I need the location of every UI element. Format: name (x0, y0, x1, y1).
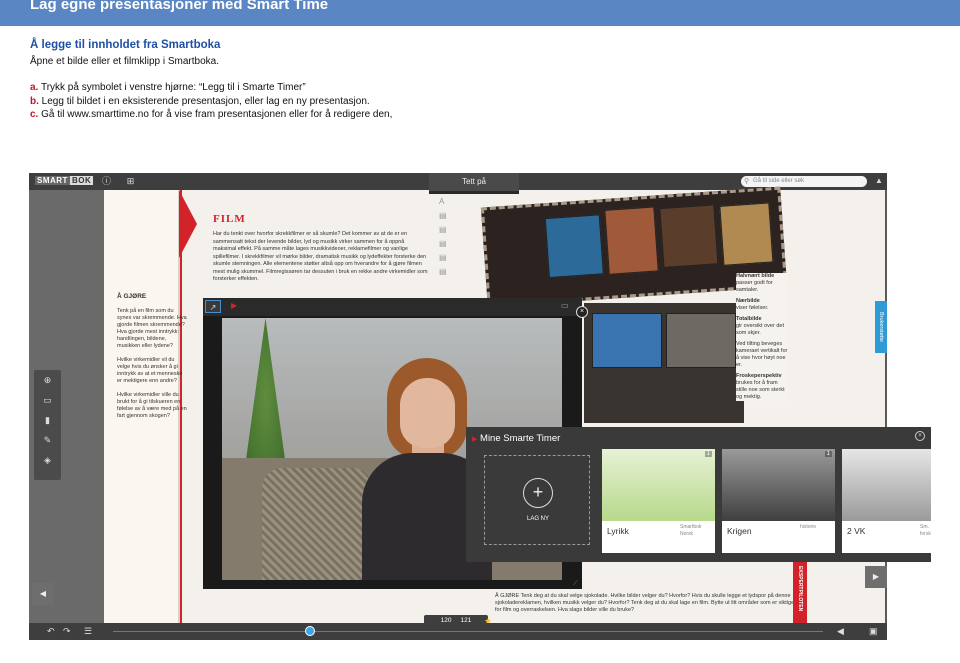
smarte-timer-panel: ▶ Mine Smarte Timer × + LAG NY Lyrikk Sm… (466, 427, 931, 562)
chapter-title: FILM (213, 213, 246, 225)
video-close-icon[interactable]: × (576, 306, 588, 318)
screen-icon[interactable]: ▭ (561, 301, 569, 310)
user-icon[interactable]: ▲ (875, 176, 883, 185)
step-b: b. Legg til bildet i en eksisterende pre… (30, 95, 370, 107)
red-tab-marker (179, 190, 197, 258)
tab-tett-paa[interactable]: Tett på (429, 173, 519, 194)
volume-icon[interactable]: ◀ (837, 626, 844, 637)
page-banner: Lag egne presentasjoner med Smart Time (0, 0, 960, 26)
layers-icon[interactable]: ◈ (34, 450, 61, 470)
filmstrip-image-2[interactable] (584, 303, 744, 423)
task-item: Hvilke virkemidler ville du brukt for å … (117, 392, 187, 419)
prev-page-button[interactable]: ◀ (32, 583, 54, 605)
menu-icon[interactable]: ☰ (84, 626, 92, 637)
banner-title: Lag egne presentasjoner med Smart Time (30, 0, 329, 13)
step-a: a. Trykk på symbolet i venstre hjørne: “… (30, 82, 306, 93)
highlight-icon[interactable]: ✎ (34, 430, 61, 450)
chapter-intro: Har du tenkt over hvorfor skrekkfilmer e… (213, 231, 428, 282)
tool-palette: ⊕ ▭ ▮ ✎ ◈ (34, 370, 61, 480)
video-header: ↗ ▶ ▭ (203, 298, 582, 316)
search-icon: ⚲ (744, 178, 750, 185)
doc-icon[interactable]: ▤ (439, 211, 451, 225)
left-panel: ⊕ ▭ ▮ ✎ ◈ ◀ (29, 190, 104, 623)
plus-icon: + (523, 478, 553, 508)
doc-icon[interactable]: ▤ (439, 239, 451, 253)
smartbok-logo[interactable]: SMART BOK (35, 176, 94, 187)
bottom-toolbar: ↶ ↷ ☰ ◀ ▣ (29, 623, 887, 640)
presentation-card[interactable]: 2 VK Sm. forsk (842, 449, 931, 553)
add-to-smarte-timer-icon[interactable]: ↗ (205, 300, 221, 313)
task-item: Hvilke virkemidler vil du velge hvis du … (117, 357, 183, 384)
fullscreen-icon[interactable]: ▣ (869, 626, 878, 637)
text-size-icon[interactable]: A (439, 197, 451, 211)
task-box-bottom: Å GJØRE Tenk deg at du skal velge sjokol… (495, 593, 795, 613)
doc-icon[interactable]: ▤ (439, 253, 451, 267)
task-item: Tenk på en film som du synes var skremme… (117, 308, 187, 349)
page-slider[interactable] (113, 631, 823, 632)
sitemap-icon[interactable]: ⊞ (125, 176, 136, 187)
instructions-heading: Å legge til innholdet fra Smartboka (30, 39, 221, 51)
doc-icon[interactable]: ▤ (439, 267, 451, 281)
resize-handle-icon[interactable]: ⟋ (573, 580, 578, 588)
film-terms-notes: Halvnært bilde passer godt for samtaler. … (736, 273, 788, 401)
smarte-timer-title: ▶ Mine Smarte Timer (472, 433, 561, 444)
search-input[interactable]: ⚲ Gå til side eller søk (741, 176, 867, 187)
expert-tab[interactable]: EKSPERTPILOTEN (793, 555, 807, 623)
presentation-card[interactable]: Krigen historie 1 (722, 449, 835, 553)
presentation-card[interactable]: Lyrikk Smartbok Norsk 1 (602, 449, 715, 553)
redo-icon[interactable]: ↷ (63, 626, 71, 637)
zoom-icon[interactable]: ⊕ (34, 370, 61, 390)
instructions-intro: Åpne et bilde eller et filmklipp i Smart… (30, 55, 219, 67)
comment-icon[interactable]: ▭ (34, 390, 61, 410)
triangle-icon: ▶ (472, 436, 478, 443)
panel-close-icon[interactable]: × (915, 431, 925, 441)
video-marker-icon: ▶ (231, 301, 238, 310)
next-page-button[interactable]: ▶ (865, 566, 887, 588)
new-presentation-button[interactable]: + LAG NY (484, 455, 590, 545)
info-icon[interactable]: ⓘ (101, 176, 112, 187)
instructions: Å legge til innholdet fra Smartboka Åpne… (30, 39, 750, 122)
armchair-shape (262, 468, 372, 580)
chart-icon[interactable]: ▮ (34, 410, 61, 430)
undo-icon[interactable]: ↶ (47, 626, 55, 637)
step-c: c. Gå til www.smarttime.no for å vise fr… (30, 109, 393, 120)
page-icon-column: A ▤ ▤ ▤ ▤ ▤ (439, 197, 451, 281)
task-box-left: Å GJØRE Tenk på en film som du synes var… (117, 293, 187, 419)
doc-icon[interactable]: ▤ (439, 225, 451, 239)
support-side-tab[interactable]: Brukerstøtte (875, 301, 887, 353)
page-slider-handle[interactable] (305, 626, 315, 636)
